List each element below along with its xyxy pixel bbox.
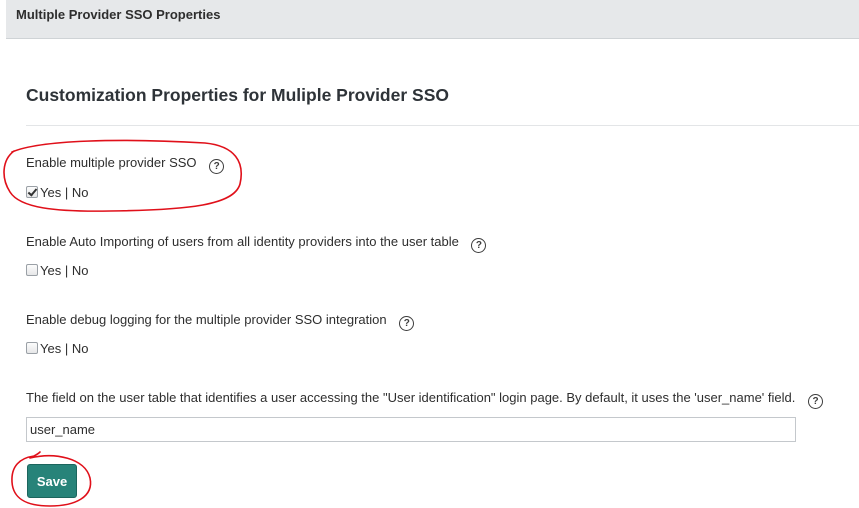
section-divider <box>26 125 859 126</box>
no-label: No <box>71 341 89 356</box>
page-header-title: Multiple Provider SSO Properties <box>16 7 221 22</box>
no-label: No <box>71 263 89 278</box>
identification-field-input[interactable] <box>26 417 796 442</box>
yes-label: Yes <box>40 185 62 200</box>
annotation-circle-multiple-provider-sso <box>3 139 242 212</box>
property-label-multiple-provider-sso: Enable multiple provider SSO ? <box>26 155 225 174</box>
choice-row-auto-import: Yes | No <box>26 263 88 278</box>
help-icon[interactable]: ? <box>471 238 487 253</box>
help-icon[interactable]: ? <box>399 316 415 331</box>
separator: | <box>64 341 69 356</box>
no-label: No <box>71 185 89 200</box>
save-button[interactable]: Save <box>27 464 77 498</box>
property-label-text: Enable Auto Importing of users from all … <box>26 234 459 249</box>
choice-row-multiple-provider-sso: Yes | No <box>26 185 88 200</box>
property-label-debug-logging: Enable debug logging for the multiple pr… <box>26 312 415 331</box>
yes-label: Yes <box>40 263 62 278</box>
checkbox-debug-logging[interactable] <box>26 342 38 354</box>
property-label-text: Enable debug logging for the multiple pr… <box>26 312 387 327</box>
property-label-auto-import: Enable Auto Importing of users from all … <box>26 234 487 253</box>
section-title: Customization Properties for Muliple Pro… <box>26 85 449 105</box>
page-header: Multiple Provider SSO Properties <box>6 0 859 39</box>
checkbox-multiple-provider-sso[interactable] <box>26 186 38 198</box>
checkbox-auto-import[interactable] <box>26 264 38 276</box>
help-icon[interactable]: ? <box>209 159 225 174</box>
separator: | <box>64 263 69 278</box>
property-label-text: Enable multiple provider SSO <box>26 155 197 170</box>
yes-label: Yes <box>40 341 62 356</box>
choice-row-debug-logging: Yes | No <box>26 341 88 356</box>
separator: | <box>64 185 69 200</box>
help-icon[interactable]: ? <box>808 394 823 409</box>
property-label-identification-field: The field on the user table that identif… <box>26 390 823 409</box>
property-label-text: The field on the user table that identif… <box>26 390 796 405</box>
